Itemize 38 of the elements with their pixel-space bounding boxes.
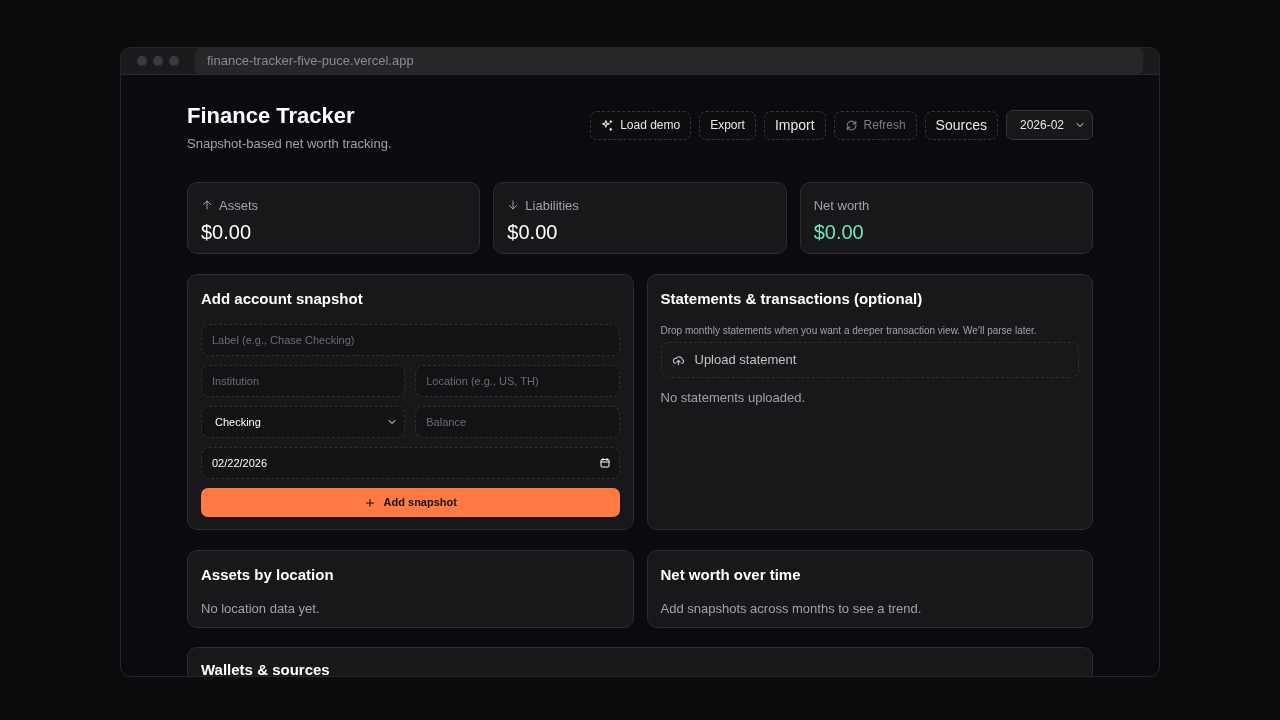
balance-field[interactable]: Balance	[415, 406, 620, 438]
summary-value: $0.00	[507, 220, 559, 245]
toolbar-button[interactable]: Import	[763, 110, 826, 140]
add-snapshot-button[interactable]: Add snapshot	[201, 488, 620, 517]
toolbar-button[interactable]: Sources	[924, 110, 998, 140]
card-title: Statements & transactions (optional)	[660, 288, 924, 309]
statements-description: Drop monthly statements when you want a deeper transaction view. We’ll parse later.	[660, 324, 1038, 337]
page-subtitle: Snapshot-based net worth tracking.	[187, 135, 392, 153]
toolbar-button[interactable]: Load demo	[590, 110, 692, 140]
calendar-icon	[598, 457, 611, 469]
arrow-up-icon	[201, 199, 213, 212]
card-title: Net worth over time	[660, 564, 802, 585]
refresh-icon	[844, 118, 858, 132]
toolbar-button[interactable]: Export	[699, 110, 756, 140]
date-field[interactable]: 02/22/2026	[201, 447, 620, 479]
address-bar[interactable]: finance-tracker-five-puce.vercel.app	[195, 48, 1143, 74]
label-field[interactable]: Label (e.g., Chase Checking)	[201, 324, 620, 356]
summary-label: Assets	[219, 196, 258, 215]
upload-statement-button[interactable]: Upload statement	[660, 342, 1079, 378]
card-title: Assets by location	[201, 564, 335, 585]
summary-label: Net worth	[813, 196, 870, 215]
location-field[interactable]: Location (e.g., US, TH)	[415, 365, 620, 397]
page-title: Finance Tracker	[187, 102, 356, 130]
summary-value: $0.00	[201, 220, 253, 245]
empty-message: No statements uploaded.	[660, 389, 807, 407]
institution-field[interactable]: Institution	[201, 365, 406, 397]
card-title: Wallets & sources	[201, 659, 331, 676]
month-select[interactable]: 2026-02	[1005, 110, 1093, 140]
account-type-select[interactable]: Checking	[201, 406, 406, 438]
cloud-upload-icon	[671, 353, 685, 367]
plus-icon	[363, 496, 376, 509]
card-title: Add account snapshot	[201, 288, 364, 309]
summary-value: $0.00	[813, 220, 865, 245]
summary-label: Liabilities	[525, 196, 579, 215]
empty-message: No location data yet.	[201, 600, 321, 618]
sparkle-icon	[601, 118, 615, 132]
empty-message: Add snapshots across months to see a trend.	[660, 600, 923, 618]
arrow-down-icon	[507, 199, 520, 212]
